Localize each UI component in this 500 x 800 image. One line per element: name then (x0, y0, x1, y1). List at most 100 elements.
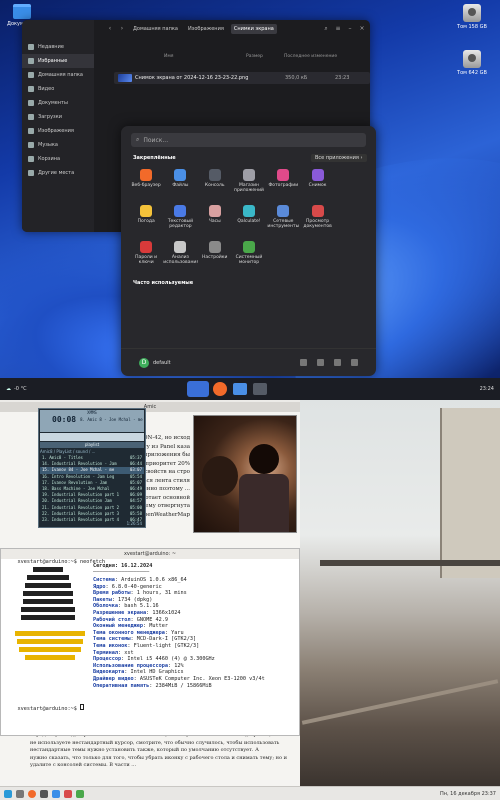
breadcrumb-home[interactable]: Домашняя папка (130, 24, 181, 34)
back-icon[interactable]: ‹ (106, 25, 114, 33)
menu-icon[interactable]: ≡ (334, 25, 342, 33)
minimize-icon[interactable]: – (346, 25, 354, 33)
app-tile[interactable]: Пароли и ключи (129, 241, 163, 271)
app-tile[interactable]: Системный монитор (232, 241, 266, 271)
app-icon (208, 241, 221, 253)
pictures-icon[interactable] (317, 359, 324, 366)
top-taskbar: ☁ -0 °C 23:24 (0, 378, 500, 400)
browser-icon[interactable] (28, 789, 36, 798)
app-menu: ⌕ Поиск... Закреплённые Все приложения ›… (121, 126, 376, 376)
app-icon (277, 169, 290, 181)
sidebar-item-videos[interactable]: Видео (22, 82, 94, 96)
column-size[interactable]: Размер (246, 54, 263, 59)
sidebar-item-pictures[interactable]: Изображения (22, 124, 94, 138)
user-name[interactable]: default (153, 360, 171, 366)
menu-footer: D default (121, 348, 376, 376)
app-tile[interactable]: Настройки (198, 241, 232, 271)
clock[interactable]: 23:24 (480, 386, 494, 392)
sidebar-item-music[interactable]: Музыка (22, 138, 94, 152)
sidebar-item-recent[interactable]: Недавние (22, 40, 94, 54)
sidebar-item-downloads[interactable]: Загрузки (22, 110, 94, 124)
star-icon (28, 58, 34, 64)
avatar[interactable]: D (139, 357, 149, 368)
app-icon (174, 241, 187, 253)
weather-temp[interactable]: -0 °C (14, 386, 27, 392)
file-manager-toolbar: ‹ › Домашняя папка Изображения Снимки эк… (94, 20, 370, 38)
terminal-prompt: xvestart@arduino:~$ (17, 558, 80, 565)
weather-icon[interactable]: ☁ (6, 386, 11, 392)
files-icon[interactable] (232, 383, 247, 395)
settings-icon[interactable] (334, 359, 341, 366)
document-line: нестандартные темы нужно установить такж… (30, 747, 259, 753)
sidebar-item-home[interactable]: Домашняя папка (22, 68, 94, 82)
app-tile[interactable]: Сетевые инструменты (266, 205, 300, 235)
terminal-icon[interactable] (252, 383, 267, 395)
breadcrumb-screenshots[interactable]: Снимки экрана (230, 24, 277, 34)
app-tile[interactable]: Консоль (198, 169, 232, 199)
sidebar-item-documents[interactable]: Документы (22, 96, 94, 110)
app-tile[interactable]: Погода (129, 205, 163, 235)
app-menu-button[interactable] (186, 381, 209, 397)
neofetch-line: Видеокарта: Intel HD Graphics (93, 669, 184, 676)
desktop-icon-volume-642[interactable]: Том 642 GB (450, 50, 494, 76)
app-tile[interactable]: Текстовый редактор (163, 205, 197, 235)
search-icon[interactable]: ⌕ (322, 25, 330, 33)
app-tile[interactable]: Снимок (300, 169, 334, 199)
sidebar-item-starred[interactable]: Избранные (22, 54, 94, 68)
app-icon (242, 241, 255, 253)
app-icon (242, 205, 255, 217)
close-icon[interactable]: × (358, 25, 366, 33)
playlist-total: 1:26:54 (126, 521, 142, 526)
app-tile[interactable]: Магазин приложений (232, 169, 266, 199)
app-menu-icon[interactable] (4, 789, 12, 798)
app-icon (140, 169, 153, 181)
text-editor-icon[interactable] (52, 789, 60, 798)
all-apps-button[interactable]: Все приложения › (311, 154, 367, 162)
files-icon[interactable] (16, 789, 24, 798)
browser-icon[interactable] (212, 382, 227, 396)
documents-icon[interactable] (300, 359, 307, 366)
sidebar-item-other-locations[interactable]: Другие места (22, 166, 94, 180)
app-tile[interactable]: Файлы (163, 169, 197, 199)
app-tile[interactable]: Просмотр документов (300, 205, 334, 235)
playlist: 1. Amic8 - Titles 05:37 14. Industrial Rev… (40, 455, 144, 523)
app-icon (174, 205, 187, 217)
app-icon (208, 205, 221, 217)
media-player-icon[interactable] (64, 789, 72, 798)
player-controls[interactable] (40, 433, 144, 441)
column-modified[interactable]: Последнее изменение (284, 54, 337, 59)
app-icon (242, 169, 255, 181)
app-icon (346, 169, 358, 181)
video-figure (249, 444, 279, 474)
neofetch-line: Терминал: xst (93, 649, 134, 656)
neofetch-line: Система: ArduinOS 1.0.6 x86_64 (93, 577, 187, 583)
clock[interactable]: Пн, 16 декабря 23:37 (440, 791, 496, 797)
forward-icon[interactable]: › (118, 25, 126, 33)
terminal-icon[interactable] (40, 789, 48, 798)
app-tile[interactable]: Фотографии (266, 169, 300, 199)
column-name[interactable]: Имя (164, 54, 173, 59)
app-icon (346, 205, 358, 217)
playlist-title: playlist (40, 442, 144, 448)
app-tile[interactable]: Веб-браузер (129, 169, 163, 199)
app-icon (174, 169, 187, 181)
sidebar-item-trash[interactable]: Корзина (22, 152, 94, 166)
app-tile[interactable]: Анализ использования (163, 241, 198, 271)
player-display: XMMS 00:08 8. Amic 8 - Joe Mchal - me (40, 410, 144, 432)
file-row[interactable]: Снимок экрана от 2024-12-16 23-23-22.png… (114, 72, 370, 84)
document-line: удалите с консолей системы. В части ... (30, 762, 137, 768)
video-window[interactable] (193, 415, 297, 533)
breadcrumb-pictures[interactable]: Изображения (185, 24, 227, 34)
file-manager-sidebar: Недавние Избранные Домашняя папка Видео … (22, 20, 94, 232)
document-icon (28, 100, 34, 106)
video-player-icon[interactable] (76, 789, 84, 798)
fence (320, 560, 500, 566)
power-icon[interactable] (351, 359, 358, 366)
document-text-bottom: передвинуть вид) справа от окна появится… (30, 732, 298, 770)
desktop-icon-volume-158[interactable]: Том 158 GB (450, 4, 494, 30)
app-tile[interactable]: Часы (198, 205, 232, 235)
neofetch-line: Время работы: 1 hours, 31 mins (93, 590, 187, 597)
app-icon (277, 205, 290, 217)
app-tile[interactable]: Qalculate! (232, 205, 266, 235)
search-input[interactable]: ⌕ Поиск... (131, 133, 366, 147)
